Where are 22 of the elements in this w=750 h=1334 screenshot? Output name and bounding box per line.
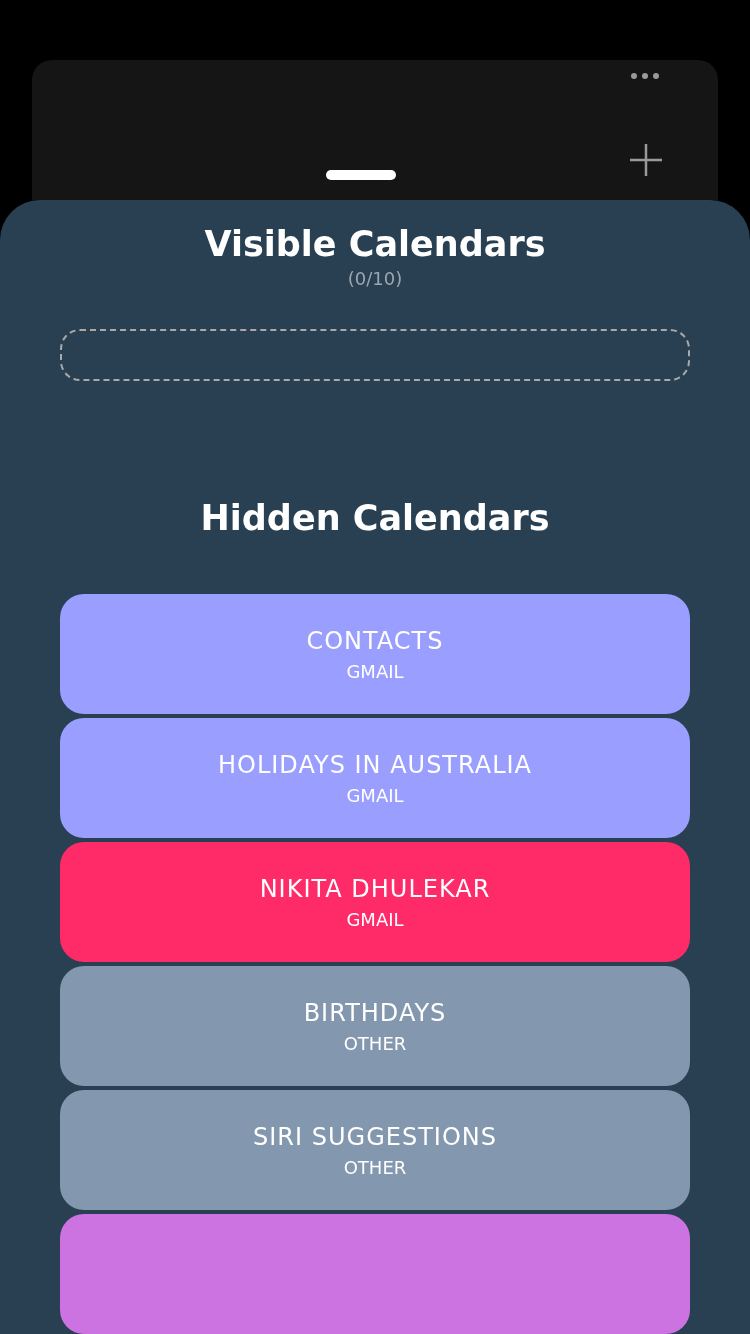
calendar-account: OTHER (343, 1156, 407, 1178)
calendar-name: HOLIDAYS IN AUSTRALIA (217, 750, 533, 779)
more-icon[interactable] (630, 72, 660, 80)
section-title: Visible Calendars (204, 224, 546, 264)
section-title: Hidden Calendars (200, 498, 550, 538)
calendar-name: BIRTHDAYS (303, 998, 447, 1027)
calendar-card[interactable]: SIRI SUGGESTIONS OTHER (60, 1090, 690, 1210)
calendar-account: GMAIL (346, 784, 404, 806)
calendar-count: (0/10) (347, 268, 403, 289)
calendar-name: NIKITA DHULEKAR (259, 874, 491, 903)
add-icon[interactable] (630, 144, 662, 176)
calendar-account: GMAIL (346, 660, 404, 682)
calendar-name: SIRI SUGGESTIONS (253, 1122, 497, 1151)
calendar-account: GMAIL (346, 908, 404, 930)
calendar-account: OTHER (343, 1032, 407, 1054)
calendar-card[interactable]: CONTACTS GMAIL (60, 594, 690, 714)
calendar-card[interactable]: BIRTHDAYS OTHER (60, 966, 690, 1086)
calendar-name: CONTACTS (306, 626, 444, 655)
calendar-card[interactable]: NIKITA DHULEKAR GMAIL (60, 842, 690, 962)
drop-zone[interactable] (60, 329, 690, 381)
calendar-card[interactable]: HOLIDAYS IN AUSTRALIA GMAIL (60, 718, 690, 838)
drag-handle[interactable] (326, 170, 396, 180)
